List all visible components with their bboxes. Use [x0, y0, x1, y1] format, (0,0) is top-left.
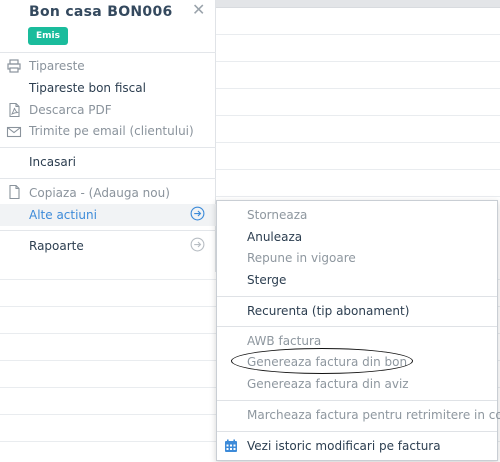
highlight-ellipse-annotation — [231, 348, 413, 374]
mark-invoice-resend-option[interactable]: Marcheaza factura pentru retrimitere in … — [247, 408, 500, 422]
divider — [0, 178, 216, 179]
background-header-bar — [216, 0, 500, 8]
reverse-invoice-option[interactable]: Storneaza — [247, 208, 307, 222]
view-invoice-history-option[interactable]: Vezi istoric modificari pe factura — [247, 439, 441, 453]
print-fiscal-action[interactable]: Tipareste bon fiscal — [29, 81, 146, 95]
close-icon[interactable]: ✕ — [192, 0, 205, 19]
status-badge: Emis — [28, 27, 68, 45]
printer-icon — [7, 59, 21, 73]
download-pdf-action[interactable]: Descarca PDF — [29, 103, 112, 117]
divider — [0, 230, 216, 231]
divider — [217, 400, 497, 401]
calendar-icon — [225, 439, 237, 452]
payments-action[interactable]: Incasari — [29, 155, 76, 169]
restore-option[interactable]: Repune in vigoare — [247, 251, 356, 265]
awb-invoice-option[interactable]: AWB factura — [247, 334, 321, 348]
copy-action[interactable]: Copiaza - (Adauga nou) — [29, 186, 170, 200]
generate-invoice-from-delivery-option[interactable]: Genereaza factura din aviz — [247, 377, 409, 391]
cancel-option[interactable]: Anuleaza — [247, 230, 302, 244]
delete-option[interactable]: Sterge — [247, 273, 286, 287]
divider — [217, 326, 497, 327]
send-email-action[interactable]: Trimite pe email (clientului) — [29, 124, 194, 138]
circle-arrow-right-icon[interactable] — [190, 237, 205, 252]
print-action[interactable]: Tipareste — [29, 59, 85, 73]
divider — [217, 431, 497, 432]
envelope-icon — [6, 126, 22, 138]
reports-item[interactable]: Rapoarte — [29, 239, 84, 253]
divider — [0, 52, 216, 53]
pdf-file-icon — [9, 102, 20, 118]
circle-arrow-right-icon[interactable] — [190, 206, 205, 221]
other-actions-item[interactable]: Alte actiuni — [29, 208, 97, 222]
divider — [0, 147, 216, 148]
divider — [217, 296, 497, 297]
page-title: Bon casa BON006 — [29, 4, 173, 20]
recurrence-option[interactable]: Recurenta (tip abonament) — [247, 304, 409, 318]
other-actions-submenu: Storneaza Anuleaza Repune in vigoare Ste… — [216, 200, 500, 461]
document-copy-icon — [9, 184, 20, 200]
document-actions-panel: Bon casa BON006 ✕ Emis Tipareste Tipares… — [0, 0, 216, 272]
